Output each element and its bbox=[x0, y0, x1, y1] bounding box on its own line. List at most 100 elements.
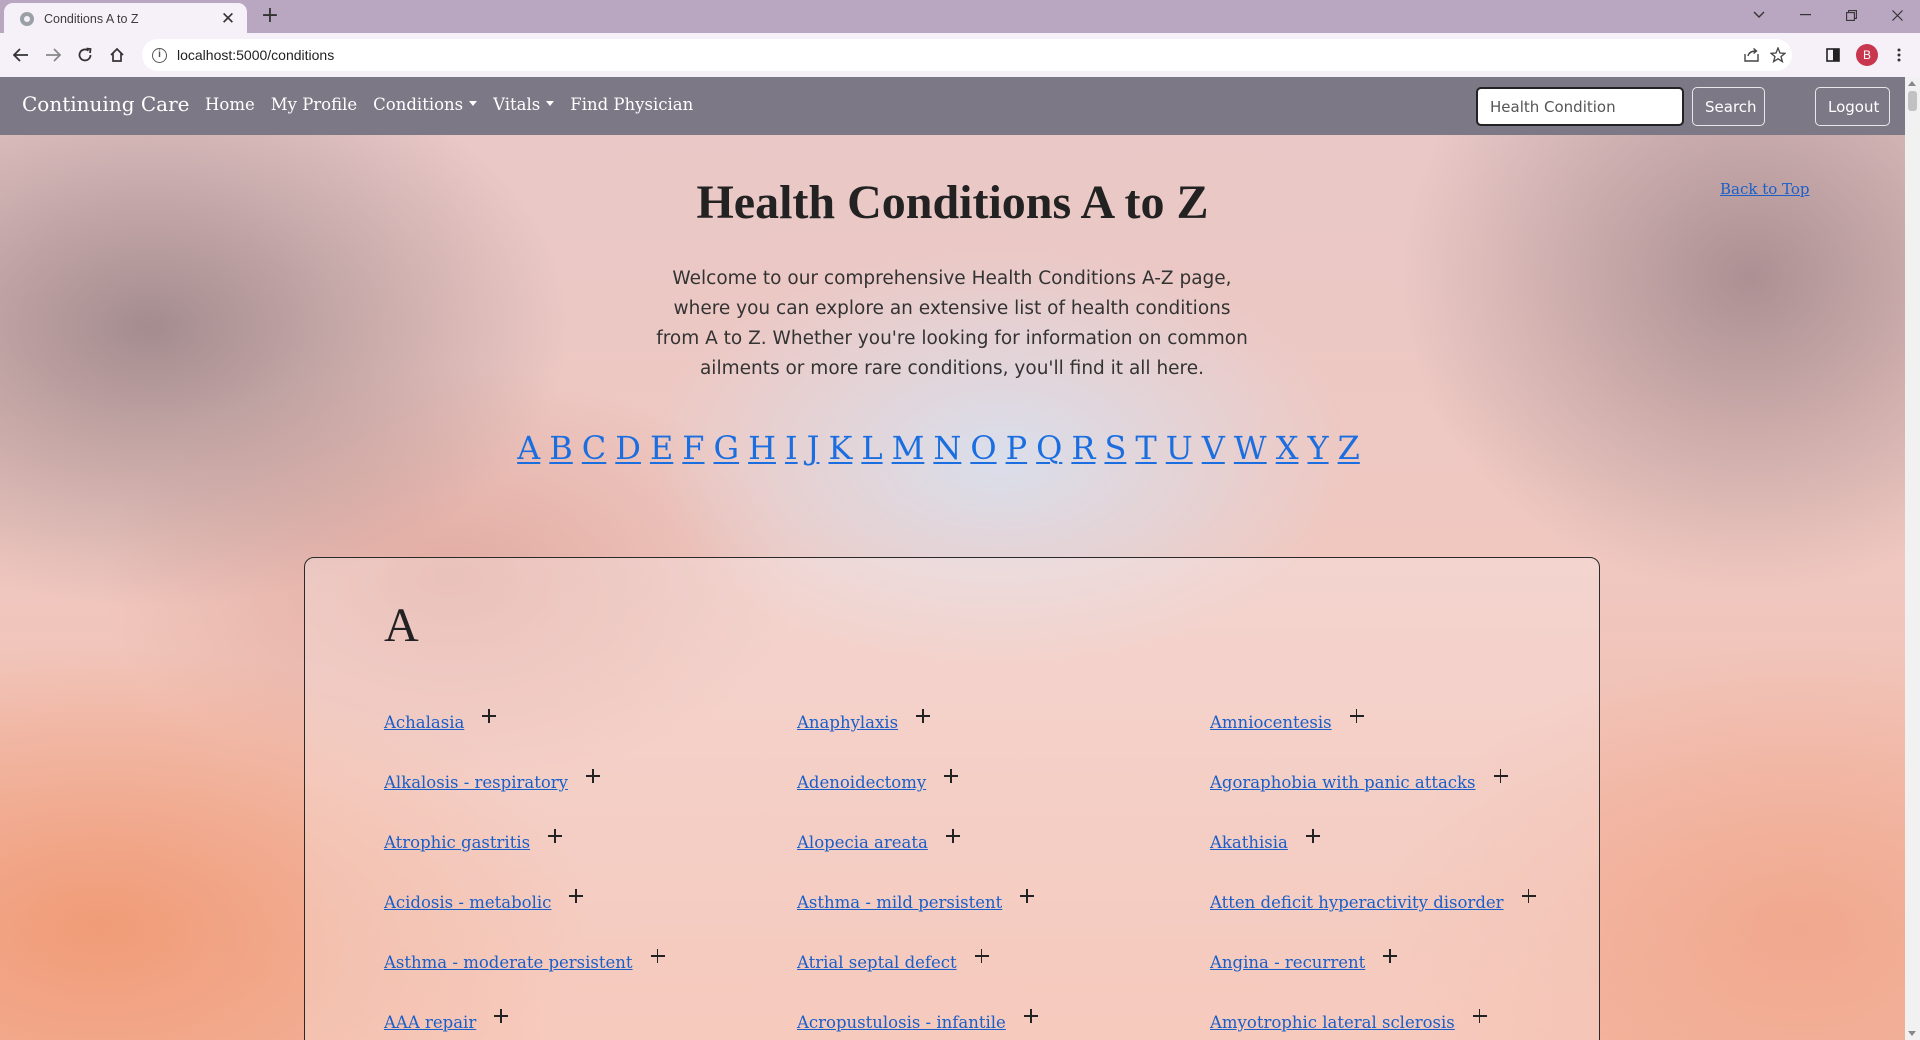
brand-logo-text[interactable]: Continuing Care bbox=[22, 92, 189, 116]
condition-link[interactable]: Acidosis - metabolic bbox=[384, 893, 551, 912]
alphabet-letter-y[interactable]: Y bbox=[1307, 429, 1328, 467]
condition-link[interactable]: Asthma - mild persistent bbox=[797, 893, 1002, 912]
condition-item: Atrial septal defect bbox=[797, 945, 1210, 985]
tab-search-chevron-icon[interactable] bbox=[1736, 0, 1782, 30]
condition-item: Acropustulosis - infantile bbox=[797, 1005, 1210, 1040]
condition-link[interactable]: Acropustulosis - infantile bbox=[797, 1013, 1006, 1032]
condition-link[interactable]: Agoraphobia with panic attacks bbox=[1210, 773, 1476, 792]
alphabet-letter-z[interactable]: Z bbox=[1338, 429, 1360, 467]
alphabet-letter-m[interactable]: M bbox=[892, 429, 925, 467]
alphabet-letter-v[interactable]: V bbox=[1202, 429, 1225, 467]
alphabet-letter-a[interactable]: A bbox=[517, 429, 540, 467]
alphabet-letter-l[interactable]: L bbox=[861, 429, 882, 467]
plus-icon[interactable] bbox=[945, 829, 960, 843]
alphabet-letter-t[interactable]: T bbox=[1135, 429, 1156, 467]
condition-link[interactable]: Anaphylaxis bbox=[797, 713, 898, 732]
more-vert-icon[interactable] bbox=[1886, 42, 1912, 68]
home-icon[interactable] bbox=[104, 42, 130, 68]
alphabet-letter-j[interactable]: J bbox=[807, 429, 820, 467]
alphabet-letter-u[interactable]: U bbox=[1166, 429, 1193, 467]
plus-icon[interactable] bbox=[944, 769, 959, 783]
plus-icon[interactable] bbox=[916, 709, 931, 723]
search-button[interactable]: Search bbox=[1692, 87, 1765, 126]
condition-link[interactable]: Atten deficit hyperactivity disorder bbox=[1210, 893, 1504, 912]
condition-link[interactable]: Asthma - moderate persistent bbox=[384, 953, 633, 972]
condition-item: Alkalosis - respiratory bbox=[384, 765, 797, 805]
back-arrow-icon[interactable] bbox=[8, 42, 34, 68]
alphabet-letter-e[interactable]: E bbox=[650, 429, 673, 467]
plus-icon[interactable] bbox=[482, 709, 497, 723]
scroll-up-arrow-icon[interactable] bbox=[1908, 81, 1916, 86]
close-window-icon[interactable] bbox=[1874, 0, 1920, 30]
scroll-thumb[interactable] bbox=[1908, 91, 1917, 111]
site-info-icon[interactable]: i bbox=[152, 47, 167, 63]
share-icon[interactable] bbox=[1744, 39, 1760, 71]
alphabet-letter-b[interactable]: B bbox=[549, 429, 573, 467]
nav-my-profile[interactable]: My Profile bbox=[271, 95, 357, 114]
alphabet-letter-f[interactable]: F bbox=[682, 429, 704, 467]
alphabet-letter-x[interactable]: X bbox=[1276, 429, 1299, 467]
alphabet-letter-s[interactable]: S bbox=[1104, 429, 1126, 467]
plus-icon[interactable] bbox=[1023, 1009, 1038, 1023]
condition-link[interactable]: Alkalosis - respiratory bbox=[384, 773, 568, 792]
restore-icon[interactable] bbox=[1828, 0, 1874, 30]
alphabet-letter-k[interactable]: K bbox=[828, 429, 852, 467]
alphabet-letter-n[interactable]: N bbox=[933, 429, 961, 467]
alphabet-letter-p[interactable]: P bbox=[1006, 429, 1028, 467]
plus-icon[interactable] bbox=[569, 889, 584, 903]
alphabet-letter-o[interactable]: O bbox=[970, 429, 996, 467]
condition-link[interactable]: Alopecia areata bbox=[797, 833, 928, 852]
reload-icon[interactable] bbox=[72, 42, 98, 68]
alphabet-letter-r[interactable]: R bbox=[1071, 429, 1095, 467]
nav-conditions-dropdown[interactable]: Conditions bbox=[373, 95, 478, 114]
scroll-down-arrow-icon[interactable] bbox=[1908, 1031, 1916, 1036]
alphabet-letter-q[interactable]: Q bbox=[1036, 429, 1062, 467]
condition-link[interactable]: Akathisia bbox=[1210, 833, 1288, 852]
plus-icon[interactable] bbox=[1349, 709, 1364, 723]
letter-section-card: A Achalasia Anaphylaxis Amniocentesis Alkal… bbox=[304, 557, 1600, 1040]
condition-link[interactable]: Achalasia bbox=[384, 713, 464, 732]
alphabet-letter-i[interactable]: I bbox=[785, 429, 798, 467]
condition-item: Amniocentesis bbox=[1210, 705, 1623, 745]
plus-icon[interactable] bbox=[974, 949, 989, 963]
plus-icon[interactable] bbox=[1472, 1009, 1487, 1023]
nav-conditions-label: Conditions bbox=[373, 95, 464, 114]
alphabet-letter-d[interactable]: D bbox=[615, 429, 641, 467]
condition-link[interactable]: Amyotrophic lateral sclerosis bbox=[1210, 1013, 1455, 1032]
plus-icon[interactable] bbox=[1493, 769, 1508, 783]
alphabet-letter-h[interactable]: H bbox=[748, 429, 776, 467]
condition-link[interactable]: Atrial septal defect bbox=[797, 953, 957, 972]
page-scrollbar[interactable] bbox=[1905, 77, 1920, 1040]
side-panel-icon[interactable] bbox=[1820, 42, 1846, 68]
new-tab-icon[interactable]: + bbox=[258, 4, 282, 28]
logout-button[interactable]: Logout bbox=[1815, 87, 1890, 126]
condition-link[interactable]: Atrophic gastritis bbox=[384, 833, 530, 852]
plus-icon[interactable] bbox=[1020, 889, 1035, 903]
condition-link[interactable]: AAA repair bbox=[384, 1013, 476, 1032]
bookmark-star-icon[interactable] bbox=[1770, 39, 1786, 71]
profile-avatar[interactable]: B bbox=[1856, 44, 1878, 66]
back-to-top-link[interactable]: Back to Top bbox=[1720, 180, 1810, 198]
plus-icon[interactable] bbox=[1521, 889, 1536, 903]
plus-icon[interactable] bbox=[1383, 949, 1398, 963]
alphabet-letter-w[interactable]: W bbox=[1234, 429, 1267, 467]
forward-arrow-icon[interactable] bbox=[40, 42, 66, 68]
plus-icon[interactable] bbox=[585, 769, 600, 783]
close-tab-icon[interactable]: ✕ bbox=[219, 10, 237, 28]
browser-tab[interactable]: Conditions A to Z ✕ bbox=[4, 3, 247, 34]
minimize-icon[interactable] bbox=[1782, 0, 1828, 30]
nav-vitals-dropdown[interactable]: Vitals bbox=[493, 95, 555, 114]
plus-icon[interactable] bbox=[650, 949, 665, 963]
plus-icon[interactable] bbox=[1305, 829, 1320, 843]
nav-home[interactable]: Home bbox=[205, 95, 255, 114]
alphabet-letter-g[interactable]: G bbox=[714, 429, 740, 467]
condition-link[interactable]: Angina - recurrent bbox=[1210, 953, 1365, 972]
condition-search-input[interactable] bbox=[1476, 87, 1684, 126]
nav-find-physician[interactable]: Find Physician bbox=[570, 95, 693, 114]
plus-icon[interactable] bbox=[548, 829, 563, 843]
condition-link[interactable]: Amniocentesis bbox=[1210, 713, 1332, 732]
plus-icon[interactable] bbox=[494, 1009, 509, 1023]
alphabet-letter-c[interactable]: C bbox=[582, 429, 606, 467]
address-bar[interactable]: i localhost:5000/conditions bbox=[142, 39, 1792, 71]
condition-link[interactable]: Adenoidectomy bbox=[797, 773, 926, 792]
